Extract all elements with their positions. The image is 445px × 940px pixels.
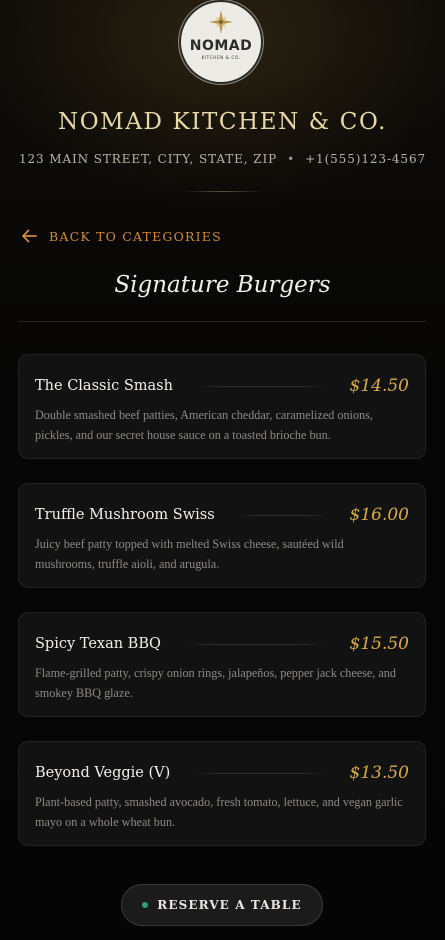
menu-item-card[interactable]: Truffle Mushroom Swiss $16.00 Juicy beef… <box>18 483 426 588</box>
logo-subtitle: KITCHEN & CO. <box>201 56 241 61</box>
menu-page: NOMAD KITCHEN & CO. NOMAD KITCHEN & CO. … <box>0 0 445 940</box>
price-leader-line <box>184 643 326 645</box>
menu-item-description: Double smashed beef patties, American ch… <box>35 408 373 442</box>
info-separator: • <box>287 152 296 166</box>
menu-item-name: Beyond Veggie (V) <box>35 765 171 781</box>
restaurant-name: NOMAD KITCHEN & CO. <box>58 109 387 135</box>
menu-item-price: $16.00 <box>349 505 409 525</box>
reserve-table-label: RESERVE A TABLE <box>157 898 302 912</box>
menu-item-price: $13.50 <box>349 763 409 783</box>
reserve-table-button[interactable]: RESERVE A TABLE <box>121 884 323 926</box>
back-link-label: BACK TO CATEGORIES <box>49 228 222 244</box>
status-dot-icon <box>142 902 149 908</box>
menu-item-description: Plant-based patty, smashed avocado, fres… <box>35 795 403 829</box>
menu-item-description: Flame-grilled patty, crispy onion rings,… <box>35 666 396 700</box>
menu-item-name: The Classic Smash <box>35 378 173 394</box>
header-divider <box>182 191 264 192</box>
back-to-categories-link[interactable]: BACK TO CATEGORIES <box>20 227 222 245</box>
restaurant-contact: 123 MAIN STREET, CITY, STATE, ZIP • +1(555… <box>0 152 445 166</box>
category-title: Signature Burgers <box>114 272 331 298</box>
price-leader-line <box>194 772 326 774</box>
menu-item-card[interactable]: Spicy Texan BBQ $15.50 Flame-grilled pat… <box>18 612 426 717</box>
menu-item-name: Truffle Mushroom Swiss <box>35 507 215 523</box>
menu-item-name: Spicy Texan BBQ <box>35 636 161 652</box>
restaurant-phone[interactable]: +1(555)123-4567 <box>305 152 426 166</box>
brand-logo: NOMAD KITCHEN & CO. <box>181 2 261 82</box>
price-leader-line <box>238 514 326 516</box>
menu-item-price: $14.50 <box>349 376 409 396</box>
menu-item-card[interactable]: Beyond Veggie (V) $13.50 Plant-based pat… <box>18 741 426 846</box>
menu-item-list: The Classic Smash $14.50 Double smashed … <box>18 354 426 870</box>
menu-item-description: Juicy beef patty topped with melted Swis… <box>35 537 344 571</box>
arrow-left-icon <box>22 229 37 243</box>
price-leader-line <box>196 385 326 387</box>
compass-star-icon <box>209 10 233 34</box>
menu-item-card[interactable]: The Classic Smash $14.50 Double smashed … <box>18 354 426 459</box>
logo-name: NOMAD <box>189 38 253 54</box>
restaurant-address: 123 MAIN STREET, CITY, STATE, ZIP <box>18 152 278 166</box>
category-divider <box>18 321 426 322</box>
menu-item-price: $15.50 <box>349 634 409 654</box>
